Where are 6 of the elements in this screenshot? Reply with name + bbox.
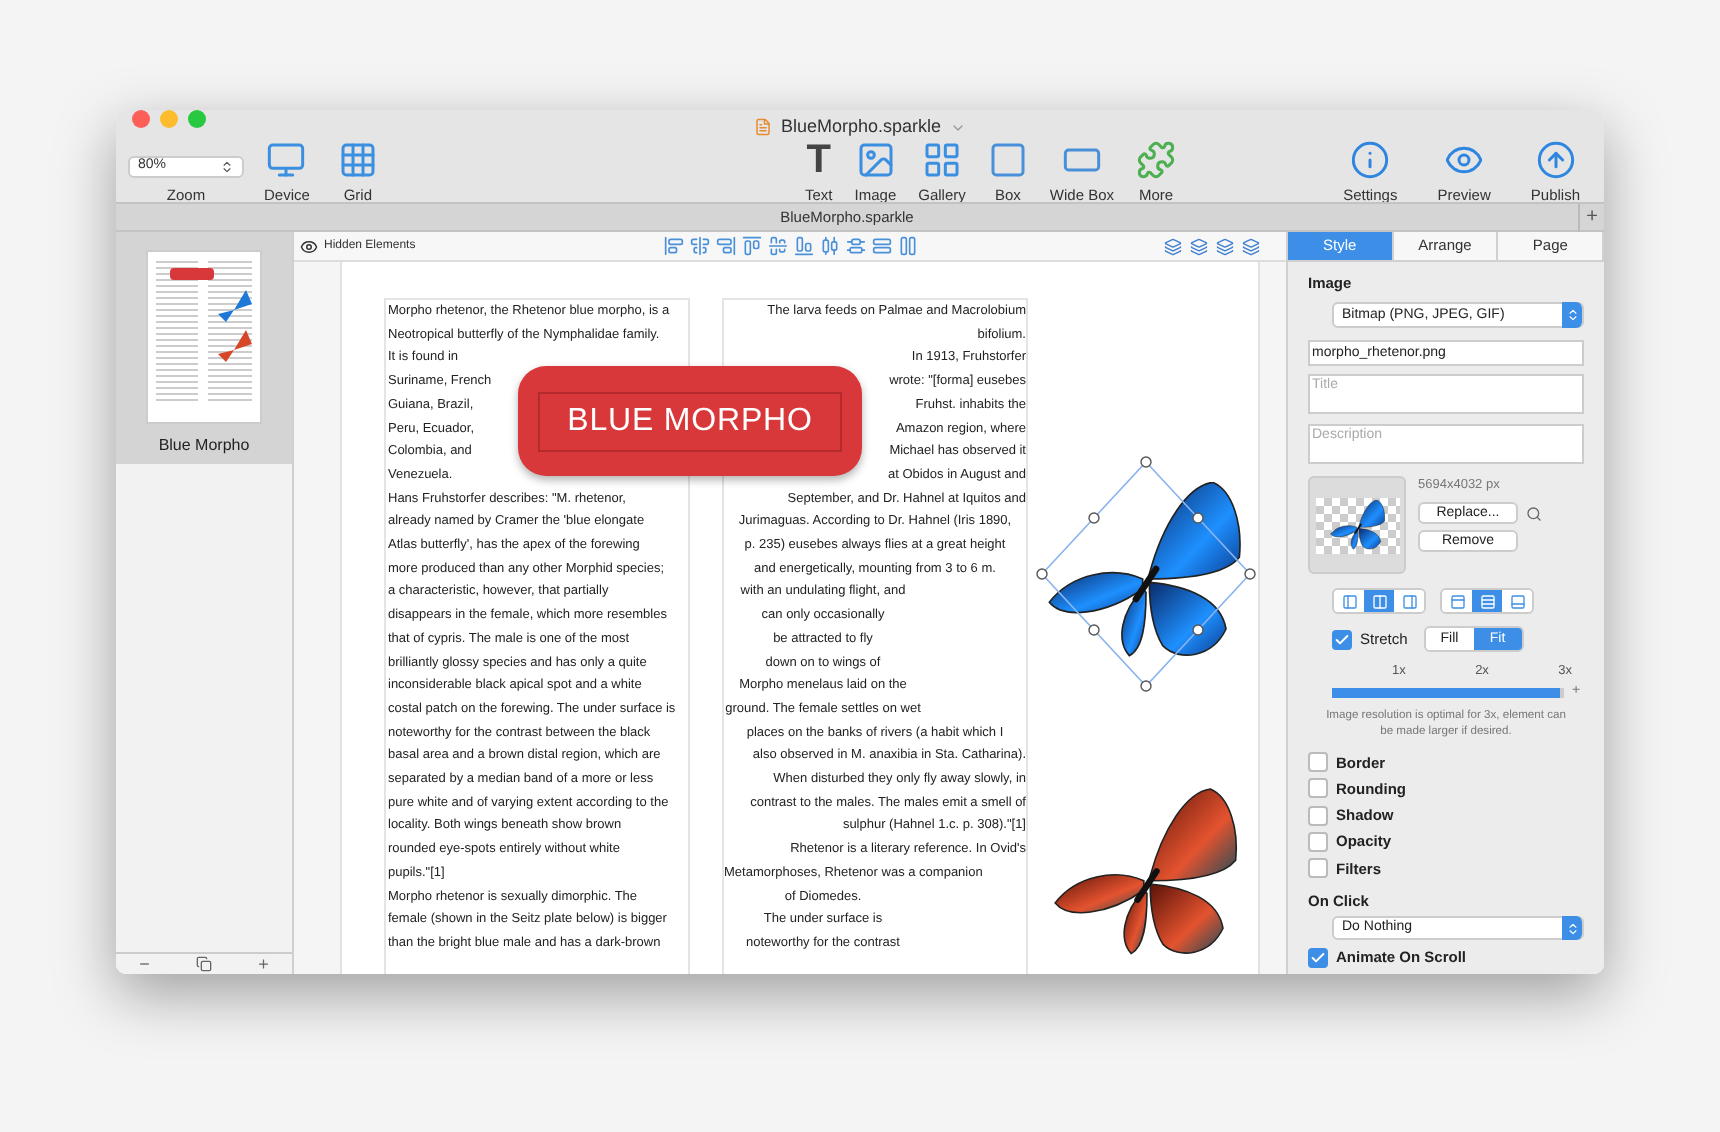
text-tool-glyph: T (806, 138, 831, 182)
title-banner: BLUE MORPHO (518, 366, 862, 476)
add-page-button[interactable]: + (258, 954, 269, 974)
window-title: BlueMorpho.sparkle (780, 114, 942, 140)
remove-page-button[interactable]: − (139, 954, 150, 974)
page-item[interactable]: Blue Morpho (116, 232, 292, 464)
